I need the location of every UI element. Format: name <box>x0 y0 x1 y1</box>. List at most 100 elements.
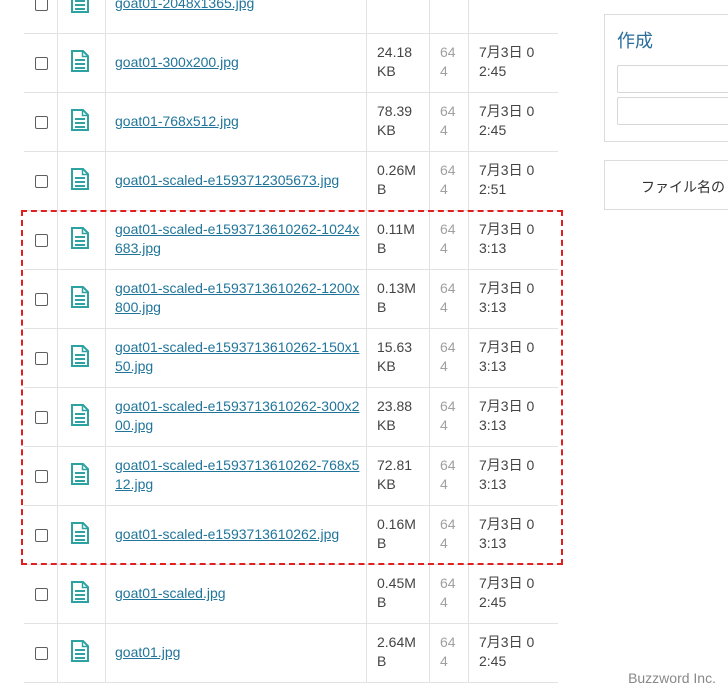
extra-col-cell: 64 4 <box>430 270 468 328</box>
date-cell: 7月3日 0 2:45 <box>469 34 558 92</box>
row-checkbox[interactable] <box>35 588 48 601</box>
date-cell: 7月3日 0 2:45 <box>469 565 558 623</box>
document-icon <box>71 227 89 249</box>
size-cell: 24.18 KB <box>367 34 429 92</box>
filename-button[interactable]: ファイル名の <box>604 160 728 210</box>
document-icon <box>71 50 89 72</box>
document-icon <box>71 463 89 485</box>
file-size: 23.88 KB <box>377 398 413 433</box>
row-checkbox[interactable] <box>35 234 48 247</box>
file-table: goat01-2048x1365.jpg B 4 2:45 <box>24 0 558 683</box>
file-row: goat01-scaled-e1593713610262-768x512.jpg… <box>24 447 558 506</box>
document-icon <box>71 0 89 13</box>
row-checkbox[interactable] <box>35 293 48 306</box>
document-icon <box>71 109 89 131</box>
extra-col-cell: 64 4 <box>430 388 468 446</box>
size-cell: 78.39 KB <box>367 93 429 151</box>
filename-link[interactable]: goat01-scaled-e1593713610262-300x200.jpg <box>115 397 360 435</box>
extra-col-value: 64 4 <box>440 457 456 492</box>
date-cell: 7月3日 0 3:13 <box>469 211 558 269</box>
create-panel-title: 作成 <box>617 31 653 51</box>
filename-link[interactable]: goat01-scaled-e1593713610262-1200x800.jp… <box>115 279 360 317</box>
file-date: 7月3日 0 2:45 <box>479 44 535 79</box>
document-icon <box>71 345 89 367</box>
filename-link[interactable]: goat01-scaled-e1593713610262.jpg <box>115 525 360 544</box>
checkbox-cell <box>24 152 57 210</box>
file-date: 7月3日 0 3:13 <box>479 280 535 315</box>
row-checkbox[interactable] <box>35 175 48 188</box>
row-checkbox[interactable] <box>35 529 48 542</box>
extra-col-cell: 64 4 <box>430 565 468 623</box>
extra-col-value: 64 4 <box>440 634 456 669</box>
filename-link[interactable]: goat01-scaled.jpg <box>115 584 360 603</box>
date-cell: 7月3日 0 2:45 <box>469 624 558 682</box>
row-checkbox[interactable] <box>35 470 48 483</box>
row-checkbox[interactable] <box>35 0 48 11</box>
date-cell: 2:45 <box>469 0 558 33</box>
file-row: goat01-2048x1365.jpg B 4 2:45 <box>24 0 558 34</box>
icon-cell <box>58 565 105 623</box>
size-cell: B <box>367 0 429 33</box>
document-icon <box>71 168 89 190</box>
checkbox-cell <box>24 506 57 564</box>
filename-cell: goat01-scaled.jpg <box>106 565 366 623</box>
row-checkbox[interactable] <box>35 411 48 424</box>
filename-cell: goat01-300x200.jpg <box>106 34 366 92</box>
icon-cell <box>58 329 105 387</box>
filename-link[interactable]: goat01-scaled-e1593712305673.jpg <box>115 171 360 190</box>
file-row: goat01-scaled-e1593712305673.jpg 0.26M B… <box>24 152 558 211</box>
checkbox-cell <box>24 329 57 387</box>
extra-col-cell: 64 4 <box>430 329 468 387</box>
file-date: 7月3日 0 2:45 <box>479 575 535 610</box>
create-input-1[interactable] <box>617 65 728 93</box>
file-date: 7月3日 0 2:51 <box>479 162 535 197</box>
filename-link[interactable]: goat01-scaled-e1593713610262-768x512.jpg <box>115 456 360 494</box>
file-size: 0.11M B <box>377 221 415 256</box>
extra-col-cell: 64 4 <box>430 506 468 564</box>
file-date: 7月3日 0 3:13 <box>479 457 535 492</box>
create-panel: 作成 <box>604 14 728 142</box>
filename-link[interactable]: goat01-768x512.jpg <box>115 112 360 131</box>
extra-col-value: 64 4 <box>440 280 456 315</box>
file-row: goat01-scaled-e1593713610262-150x150.jpg… <box>24 329 558 388</box>
row-checkbox[interactable] <box>35 57 48 70</box>
icon-cell <box>58 447 105 505</box>
extra-col-value: 64 4 <box>440 162 456 197</box>
file-row: goat01-scaled.jpg 0.45M B 64 4 7月3日 0 2:… <box>24 565 558 624</box>
file-row: goat01-scaled-e1593713610262.jpg 0.16M B… <box>24 506 558 565</box>
size-cell: 0.26M B <box>367 152 429 210</box>
filename-link[interactable]: goat01-300x200.jpg <box>115 53 360 72</box>
filename-cell: goat01-768x512.jpg <box>106 93 366 151</box>
icon-cell <box>58 624 105 682</box>
checkbox-cell <box>24 565 57 623</box>
file-date: 2:45 <box>479 0 541 3</box>
document-icon <box>71 404 89 426</box>
row-checkbox[interactable] <box>35 116 48 129</box>
file-row: goat01-768x512.jpg 78.39 KB 64 4 7月3日 0 … <box>24 93 558 152</box>
date-cell: 7月3日 0 3:13 <box>469 447 558 505</box>
extra-col-value: 64 4 <box>440 44 456 79</box>
size-cell: 0.45M B <box>367 565 429 623</box>
filename-link[interactable]: goat01-2048x1365.jpg <box>115 0 360 13</box>
size-cell: 72.81 KB <box>367 447 429 505</box>
row-checkbox[interactable] <box>35 647 48 660</box>
filename-link[interactable]: goat01-scaled-e1593713610262-1024x683.jp… <box>115 220 360 258</box>
extra-col-value: 64 4 <box>440 103 456 138</box>
size-cell: 0.11M B <box>367 211 429 269</box>
size-cell: 2.64M B <box>367 624 429 682</box>
extra-col-value: 64 4 <box>440 575 456 610</box>
size-cell: 23.88 KB <box>367 388 429 446</box>
extra-col-value: 64 4 <box>440 221 456 256</box>
create-input-2[interactable] <box>617 97 728 125</box>
row-checkbox[interactable] <box>35 352 48 365</box>
checkbox-cell <box>24 388 57 446</box>
extra-col-cell: 4 <box>430 0 468 33</box>
checkbox-cell <box>24 211 57 269</box>
file-size: 0.26M B <box>377 162 416 197</box>
filename-link[interactable]: goat01-scaled-e1593713610262-150x150.jpg <box>115 338 360 376</box>
icon-cell <box>58 270 105 328</box>
date-cell: 7月3日 0 3:13 <box>469 506 558 564</box>
file-date: 7月3日 0 2:45 <box>479 634 535 669</box>
file-size: 78.39 KB <box>377 103 413 138</box>
filename-link[interactable]: goat01.jpg <box>115 643 360 662</box>
